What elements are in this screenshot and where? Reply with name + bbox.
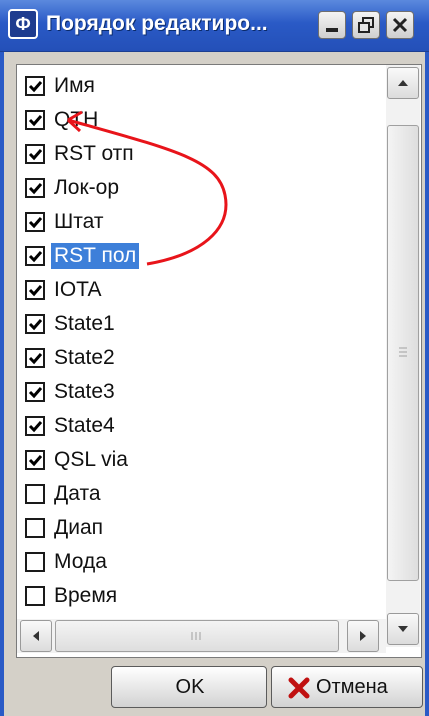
scroll-right-button[interactable] (347, 620, 379, 652)
grip-icon (399, 347, 407, 357)
horizontal-scroll-thumb[interactable] (55, 620, 339, 652)
arrow-right-icon (360, 631, 366, 641)
ok-button[interactable]: OK (111, 666, 267, 708)
ok-button-label: OK (175, 676, 205, 698)
scroll-down-button[interactable] (387, 613, 419, 645)
annotation-arrow (66, 110, 228, 266)
scroll-left-button[interactable] (20, 620, 52, 652)
vertical-scroll-thumb[interactable] (387, 125, 419, 581)
arrow-left-icon (33, 631, 39, 641)
horizontal-scrollbar[interactable] (17, 619, 386, 653)
cancel-button[interactable]: Отмена (271, 666, 423, 708)
arrow-up-icon (398, 80, 408, 86)
arrow-down-icon (398, 626, 408, 632)
scroll-up-button[interactable] (387, 67, 419, 99)
cancel-button-label: Отмена (316, 676, 388, 698)
x-icon (288, 677, 310, 699)
vertical-scrollbar[interactable] (386, 65, 420, 647)
grip-icon (191, 632, 201, 640)
